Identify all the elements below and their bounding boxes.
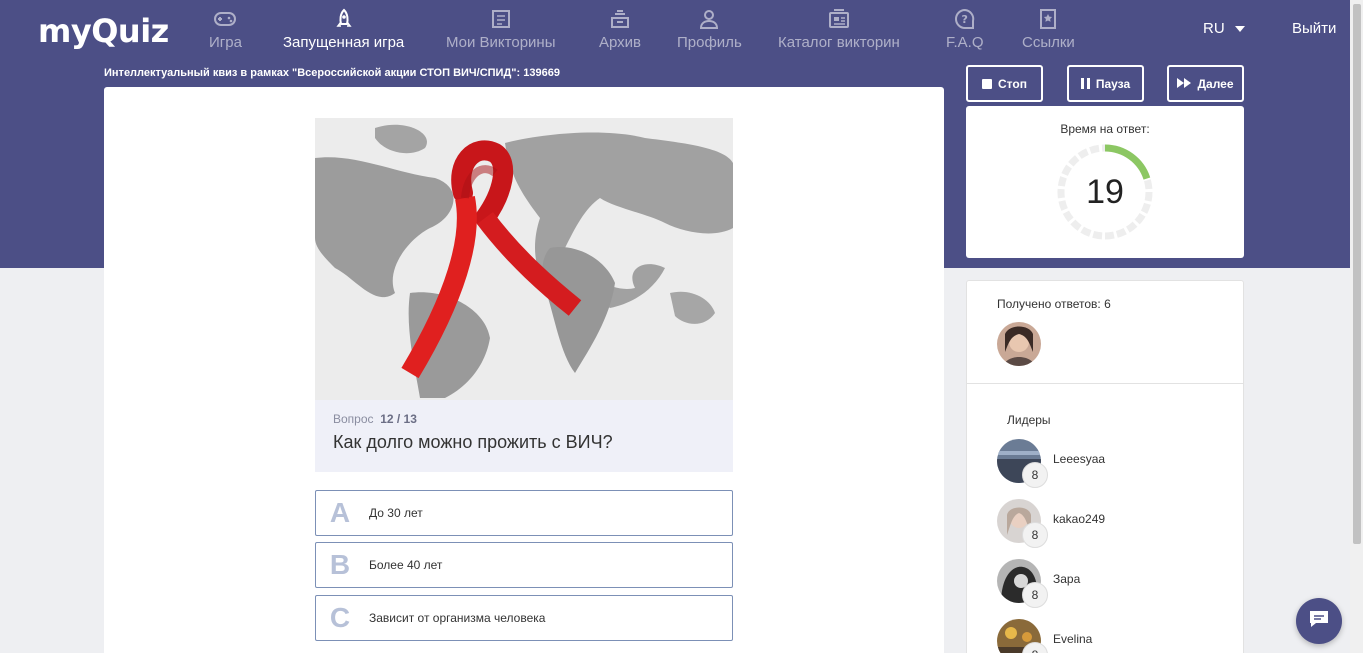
rocket-icon	[331, 6, 357, 32]
next-button[interactable]: Далее	[1167, 65, 1244, 102]
nav-label-archive: Архив	[599, 34, 642, 51]
nav-item-faq[interactable]: ? F.A.Q	[946, 6, 984, 51]
stop-button[interactable]: Стоп	[966, 65, 1043, 102]
user-icon	[696, 6, 722, 32]
chat-bubble-icon	[1308, 609, 1330, 634]
answer-option-a[interactable]: A До 30 лет	[315, 490, 733, 536]
question-text: Как долго можно прожить с ВИЧ?	[333, 432, 613, 452]
answers-count: Получено ответов: 6	[997, 297, 1111, 311]
scrollbar[interactable]	[1350, 0, 1363, 653]
timer-value: 19	[1086, 173, 1124, 211]
stop-icon	[982, 78, 993, 89]
quizzes-icon	[488, 6, 514, 32]
nav-label-running-game: Запущенная игра	[283, 34, 405, 51]
nav-label-catalog: Каталог викторин	[778, 34, 900, 51]
logo-text: myQuiz	[38, 12, 169, 50]
question-number: 12 / 13	[380, 412, 417, 426]
gamepad-icon	[212, 6, 238, 32]
answer-text: Зависит от организма человека	[369, 611, 546, 625]
quiz-title: Интеллектуальный квиз в рамках "Всеросси…	[104, 67, 560, 79]
logo[interactable]: myQuiz	[38, 12, 169, 50]
bookmark-icon	[1035, 6, 1061, 32]
catalog-icon	[826, 6, 852, 32]
chat-button[interactable]	[1296, 598, 1342, 644]
divider	[967, 383, 1243, 384]
logout-link[interactable]: Выйти	[1292, 20, 1336, 37]
archive-icon	[607, 6, 633, 32]
nav-label-profile: Профиль	[677, 34, 742, 51]
score-badge: 8	[1022, 582, 1048, 608]
question-counter: Вопрос 12 / 13	[333, 412, 715, 426]
svg-text:?: ?	[961, 13, 967, 26]
nav-label-faq: F.A.Q	[946, 34, 984, 51]
scrollbar-thumb[interactable]	[1353, 4, 1361, 544]
nav-item-catalog[interactable]: Каталог викторин	[778, 6, 900, 51]
answer-letter: B	[329, 549, 351, 580]
language-dropdown[interactable]: RU	[1203, 20, 1245, 37]
nav-item-profile[interactable]: Профиль	[677, 6, 742, 51]
nav-label-my-quizzes: Мои Викторины	[446, 34, 556, 51]
leader-name: Evelina	[1053, 632, 1093, 646]
pause-label: Пауза	[1095, 76, 1131, 91]
score-badge: 8	[1022, 522, 1048, 548]
score-badge: 8	[1022, 462, 1048, 488]
responses-panel: Получено ответов: 6 Лидеры 8 Leeesyaa 8 …	[966, 280, 1244, 653]
answer-text: До 30 лет	[369, 506, 423, 520]
caret-down-icon	[1234, 26, 1245, 33]
language-label: RU	[1203, 20, 1225, 37]
nav-item-links[interactable]: Ссылки	[1022, 6, 1075, 51]
question-image	[315, 118, 733, 400]
question-label: Вопрос	[333, 412, 374, 426]
leader-name: Leeesyaa	[1053, 452, 1106, 466]
question-bubble-icon: ?	[952, 6, 978, 32]
pause-icon	[1080, 78, 1090, 89]
next-label: Далее	[1197, 76, 1234, 91]
answer-letter: A	[329, 497, 351, 528]
nav-label-game: Игра	[209, 34, 242, 51]
leaders-title: Лидеры	[1007, 413, 1051, 427]
nav-label-links: Ссылки	[1022, 34, 1075, 51]
question-info: Вопрос 12 / 13 Как долго можно прожить с…	[315, 400, 733, 472]
fast-forward-icon	[1177, 77, 1192, 91]
answer-option-c[interactable]: C Зависит от организма человека	[315, 595, 733, 641]
timer-card: Время на ответ: 19	[966, 106, 1244, 258]
leader-name: Зара	[1053, 572, 1081, 586]
nav-item-running-game[interactable]: Запущенная игра	[283, 6, 404, 51]
top-navbar: myQuiz Игра Запущенная игра Мои Викторин…	[0, 0, 1350, 58]
avatar	[997, 322, 1041, 366]
answer-text: Более 40 лет	[369, 558, 443, 572]
timer-label: Время на ответ:	[1060, 122, 1150, 136]
pause-button[interactable]: Пауза	[1067, 65, 1144, 102]
stop-label: Стоп	[998, 76, 1027, 91]
nav-item-my-quizzes[interactable]: Мои Викторины	[446, 6, 556, 51]
answer-option-b[interactable]: B Более 40 лет	[315, 542, 733, 588]
leader-name: kakao249	[1053, 512, 1106, 526]
answer-letter: C	[329, 602, 351, 633]
nav-item-archive[interactable]: Архив	[599, 6, 641, 51]
nav-item-game[interactable]: Игра	[209, 6, 242, 51]
